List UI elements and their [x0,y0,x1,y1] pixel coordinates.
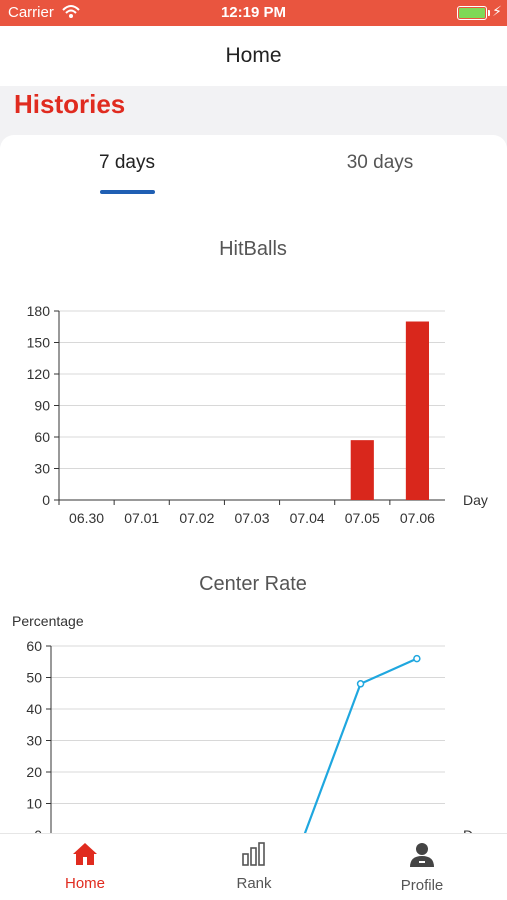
x-tick-label: 06.30 [69,510,104,526]
x-tick-label: 07.06 [400,510,435,526]
nav-title: Home [225,44,282,67]
bar [350,440,374,500]
y-tick-label: 30 [26,733,42,749]
x-tick-label: 07.02 [179,510,214,526]
tab-rank[interactable]: Rank [194,842,314,892]
x-tick-label: 07.03 [234,510,269,526]
y-tick-label: 180 [27,303,51,319]
histories-card: 7 days 30 days HitBalls 0 30 60 90 120 150 180 D… [0,135,507,835]
battery-tip [488,10,490,16]
y-tick-label: 60 [26,638,42,654]
home-icon [72,843,98,870]
bar [405,321,430,500]
user-icon [409,843,435,872]
status-bar: Carrier 12:19 PM ⚡ [0,0,507,26]
bar-chart-icon [241,842,267,870]
y-tick-label: 0 [42,492,50,508]
x-tick-label: 07.01 [124,510,159,526]
y-tick-label: 20 [26,764,42,780]
tab-home-label: Home [64,875,105,892]
y-tick-label: 120 [27,366,51,382]
tab-bar: Home Rank Profile [0,833,507,900]
y-tick-label: 60 [34,429,50,445]
data-point [356,680,365,688]
hitballs-chart: HitBalls 0 30 60 90 120 150 180 Day 06.30 07.01 07.… [27,238,488,526]
chart-title: Center Rate [199,573,307,595]
tab-7-days[interactable]: 7 days [47,152,207,174]
status-time: 12:19 PM [220,4,287,21]
x-tick-label: 07.04 [290,510,325,526]
tab-profile[interactable]: Profile [362,842,482,894]
series-line [79,657,418,835]
y-tick-label: 30 [34,461,50,477]
tab-30-days[interactable]: 30 days [300,152,460,174]
x-tick-label: 07.05 [345,510,380,526]
y-tick-label: 150 [27,335,51,351]
navigation-bar: Home [0,26,507,86]
charging-bolt-icon: ⚡ [492,3,502,19]
battery-full-icon [457,6,487,20]
y-axis-label: Percentage [12,613,84,629]
y-tick-label: 10 [26,796,42,812]
tab-selected-indicator [100,190,155,194]
x-axis-label: Day [463,492,488,508]
data-point [413,654,421,663]
tab-rank-label: Rank [236,875,272,892]
histories-title: Histories [14,89,126,119]
y-tick-label: 40 [26,701,42,717]
tab-home[interactable]: Home [25,842,145,892]
y-tick-label: 90 [34,398,50,414]
tab-profile-label: Profile [400,877,444,894]
chart-title: HitBalls [219,238,287,260]
center-rate-chart: Center RatePercentage0102030405060D [12,573,473,835]
y-tick-label: 50 [26,670,42,686]
